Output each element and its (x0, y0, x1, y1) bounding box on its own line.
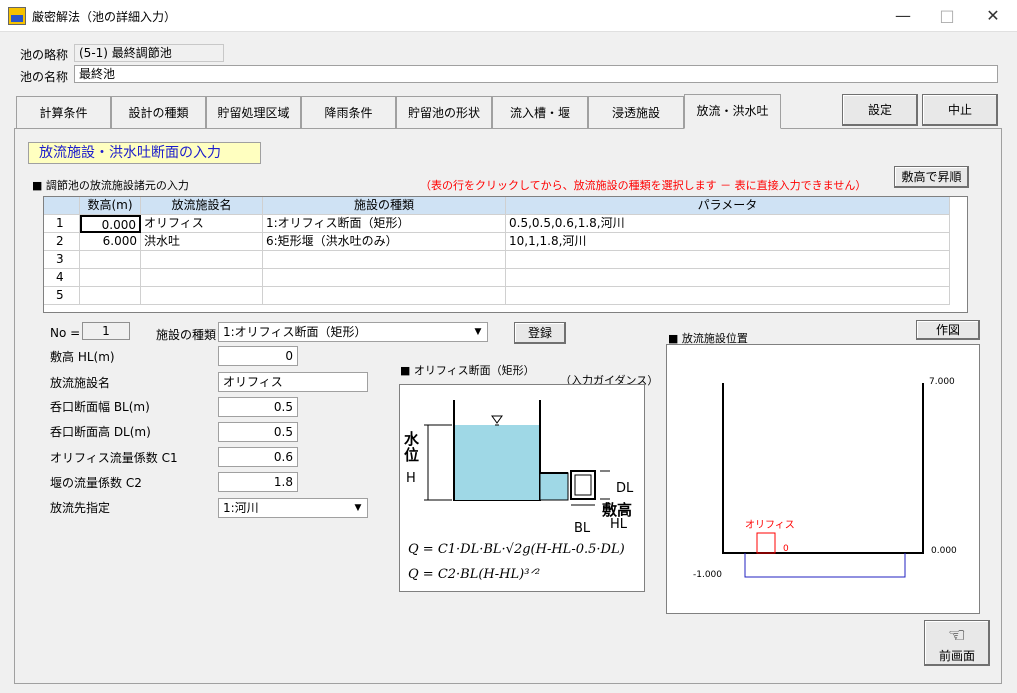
col-header-type: 施設の種類 (263, 197, 506, 215)
col-header-params: パラメータ (506, 197, 950, 215)
chevron-down-icon[interactable]: ▼ (470, 324, 486, 340)
row-number[interactable]: 3 (44, 251, 80, 269)
dest-select[interactable]: 1:河川 ▼ (218, 498, 368, 518)
orifice-mark: 0 (783, 544, 789, 554)
dl-diagram-label: DL (616, 481, 634, 496)
grid-cell-height[interactable]: 0.000 (80, 215, 141, 233)
cancel-button[interactable]: 中止 (922, 94, 998, 126)
facility-type-label: 施設の種類 (156, 328, 217, 342)
water-level-label: 水位 (404, 430, 420, 464)
row-number[interactable]: 2 (44, 233, 80, 251)
no-label: No = (50, 326, 81, 340)
row-number[interactable]: 1 (44, 215, 80, 233)
grid-cell-height[interactable] (80, 287, 141, 305)
tab-pond-shape[interactable]: 貯留池の形状 (396, 96, 492, 129)
grid-cell-params[interactable]: 10,1,1.8,河川 (506, 233, 950, 251)
dest-value: 1:河川 (223, 501, 259, 515)
back-button-label: 前画面 (938, 649, 975, 663)
tab-storage-area[interactable]: 貯留処理区域 (206, 96, 301, 129)
col-header-height: 数高(m) (80, 197, 141, 215)
maximize-button[interactable]: □ (924, 0, 970, 32)
c1-label: オリフィス流量係数 C1 (50, 451, 178, 465)
sort-by-height-button[interactable]: 敷高で昇順 (894, 166, 969, 188)
settings-button[interactable]: 設定 (842, 94, 918, 126)
c1-input[interactable]: 0.6 (218, 447, 298, 467)
formula-weir: Q = C2·BL(H-HL)³ᐟ² (408, 567, 541, 582)
grid-cell-height[interactable] (80, 269, 141, 287)
guide-panel: 水位 H DL BL 敷高 HL Q = C1·DL·BL·√2g(H-HL-0… (399, 384, 645, 592)
row-number[interactable]: 5 (44, 287, 80, 305)
grid-cell-height[interactable]: 6.000 (80, 233, 141, 251)
grid-cell-type[interactable] (263, 287, 506, 305)
dl-label: 呑口断面高 DL(m) (50, 425, 151, 439)
grid-cell-name[interactable] (141, 251, 263, 269)
height-input[interactable]: 0 (218, 346, 298, 366)
c2-input[interactable]: 1.8 (218, 472, 298, 492)
dl-input[interactable]: 0.5 (218, 422, 298, 442)
minimize-button[interactable]: — (880, 0, 926, 32)
row-number[interactable]: 4 (44, 269, 80, 287)
h-label: H (406, 471, 416, 486)
facility-grid[interactable]: 数高(m) 放流施設名 施設の種類 パラメータ 1 0.000 オリフィス 1:… (43, 196, 968, 313)
back-button[interactable]: ☜ 前画面 (924, 620, 990, 666)
tab-calc-conditions[interactable]: 計算条件 (16, 96, 111, 129)
facility-type-value: 1:オリフィス断面（矩形） (223, 325, 367, 339)
grid-cell-name[interactable] (141, 287, 263, 305)
grid-cell-params[interactable]: 0.5,0.5,0.6,1.8,河川 (506, 215, 950, 233)
bl-input[interactable]: 0.5 (218, 397, 298, 417)
pond-abbr-field: (5-1) 最終調節池 (74, 44, 224, 62)
pond-name-input[interactable]: 最終池 (74, 65, 998, 83)
hl-label: HL (610, 517, 628, 532)
draw-button[interactable]: 作図 (916, 320, 980, 340)
bl-diagram-label: BL (574, 521, 591, 536)
grid-cell-type[interactable]: 1:オリフィス断面（矩形） (263, 215, 506, 233)
name-input[interactable]: オリフィス (218, 372, 368, 392)
bottom-level-label: -1.000 (693, 570, 723, 580)
close-button[interactable]: ✕ (970, 0, 1016, 32)
grid-cell-params[interactable] (506, 269, 950, 287)
dest-label: 放流先指定 (50, 501, 111, 515)
formula-orifice: Q = C1·DL·BL·√2g(H-HL-0.5·DL) (408, 542, 625, 557)
grid-cell-type[interactable] (263, 251, 506, 269)
tab-outflow-spillway[interactable]: 放流・洪水吐 (684, 94, 781, 129)
height-label: 敷高 HL(m) (50, 350, 115, 364)
pond-name-label: 池の名称 (20, 70, 69, 84)
section-banner: 放流施設・洪水吐断面の入力 (28, 142, 261, 164)
chevron-down-icon[interactable]: ▼ (350, 500, 366, 516)
tab-inflow-weir[interactable]: 流入槽・堰 (492, 96, 588, 129)
app-icon (8, 7, 26, 25)
bl-label: 呑口断面幅 BL(m) (50, 400, 150, 414)
col-header-name: 放流施設名 (141, 197, 263, 215)
top-level-label: 7.000 (929, 377, 955, 387)
orifice-position-label: オリフィス (745, 520, 795, 531)
register-button[interactable]: 登録 (514, 322, 566, 344)
pond-abbr-label: 池の略称 (20, 48, 69, 62)
list-title-text: 調節池の放流施設諸元の入力 (45, 179, 189, 192)
grid-cell-params[interactable] (506, 287, 950, 305)
orifice-diagram (424, 400, 610, 506)
list-title: ■ 調節池の放流施設諸元の入力 (32, 179, 189, 192)
position-panel: 7.000 0.000 -1.000 オリフィス 0 (666, 344, 980, 614)
tab-rain-conditions[interactable]: 降雨条件 (301, 96, 396, 129)
window-title: 厳密解法（池の詳細入力） (32, 10, 177, 24)
grid-cell-type[interactable] (263, 269, 506, 287)
grid-cell-name[interactable]: 洪水吐 (141, 233, 263, 251)
guide-title: ■ オリフィス断面（矩形） (400, 364, 535, 377)
grid-corner (44, 197, 80, 215)
tab-design-type[interactable]: 設計の種類 (111, 96, 206, 129)
facility-type-select[interactable]: 1:オリフィス断面（矩形） ▼ (218, 322, 488, 342)
guide-title-text: オリフィス断面（矩形） (413, 364, 535, 377)
grid-cell-type[interactable]: 6:矩形堰（洪水吐のみ） (263, 233, 506, 251)
no-value: 1 (82, 322, 130, 340)
grid-hint: （表の行をクリックしてから、放流施設の種類を選択します － 表に直接入力できませ… (420, 179, 867, 192)
pointing-hand-icon: ☜ (948, 623, 966, 647)
grid-cell-height[interactable] (80, 251, 141, 269)
grid-cell-name[interactable]: オリフィス (141, 215, 263, 233)
c2-label: 堰の流量係数 C2 (50, 476, 142, 490)
zero-level-label: 0.000 (931, 546, 957, 556)
name-label: 放流施設名 (50, 376, 111, 390)
grid-cell-params[interactable] (506, 251, 950, 269)
grid-cell-name[interactable] (141, 269, 263, 287)
tab-infiltration[interactable]: 浸透施設 (588, 96, 684, 129)
